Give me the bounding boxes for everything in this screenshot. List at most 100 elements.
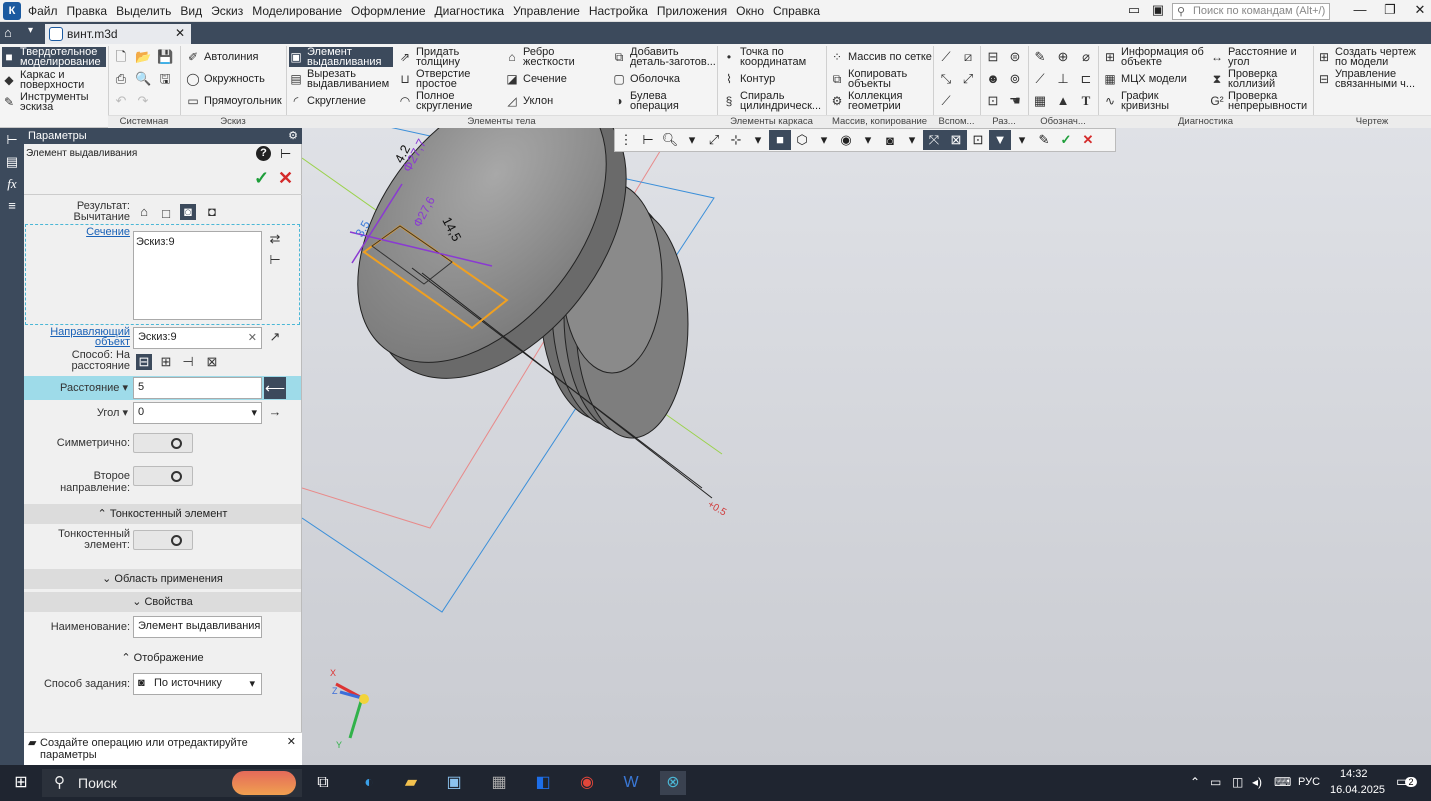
offset-plane-icon[interactable]: ⤡ bbox=[938, 71, 954, 87]
chevron-down-icon[interactable]: ▾ bbox=[813, 132, 835, 148]
scope-section-header[interactable]: ⌄ Область применения bbox=[24, 569, 301, 589]
axis-line-icon[interactable]: ⟋ bbox=[938, 93, 954, 109]
new-body-icon[interactable]: □ bbox=[158, 206, 174, 222]
tab-dropdown-icon[interactable]: ▾ bbox=[28, 25, 33, 36]
save-as-icon[interactable]: 🖫 bbox=[157, 71, 173, 87]
menu-item-10[interactable]: Приложения bbox=[657, 4, 727, 18]
mirror-icon[interactable]: ⊜ bbox=[1007, 49, 1023, 65]
gear-icon[interactable]: ⚙ bbox=[288, 129, 298, 142]
camera-icon[interactable]: ◙ bbox=[879, 133, 901, 148]
plane-icon[interactable]: ⧄ bbox=[960, 49, 976, 65]
select-frame-icon[interactable]: ⊢ bbox=[637, 132, 659, 148]
filter-select-icon[interactable]: ⊠ bbox=[945, 130, 967, 150]
second-direction-toggle[interactable] bbox=[133, 466, 193, 486]
taskbar-search[interactable]: ⚲ Поиск bbox=[42, 769, 302, 797]
chevron-down-icon[interactable]: ▾ bbox=[857, 132, 879, 148]
contour-button[interactable]: ⌇ Контур bbox=[722, 72, 775, 86]
mass-props-button[interactable]: ▦ МЦХ модели bbox=[1103, 72, 1187, 86]
chevron-down-icon[interactable]: ▾ bbox=[249, 677, 255, 690]
mode-sketch-tools-button[interactable]: ✎ Инструменты эскиза bbox=[2, 92, 106, 113]
apply-icon[interactable]: ✓ bbox=[1055, 132, 1077, 148]
shell-button[interactable]: ▢ Оболочка bbox=[612, 72, 680, 86]
object-info-button[interactable]: ⊞ Информация об объекте bbox=[1103, 47, 1208, 68]
mask-icon[interactable]: ☻ bbox=[985, 71, 1001, 87]
select-tree-icon[interactable]: ⊢ bbox=[267, 252, 283, 268]
copy-objects-button[interactable]: ⧉ Копировать объекты bbox=[830, 69, 930, 90]
name-input[interactable]: Элемент выдавливания: bbox=[133, 616, 262, 638]
weld-icon[interactable]: ▲ bbox=[1055, 93, 1071, 109]
hide-icon[interactable]: ◉ bbox=[835, 132, 857, 148]
chrome-icon[interactable]: ◉ bbox=[574, 771, 600, 795]
tab-document[interactable]: винт.m3d ✕ bbox=[45, 24, 191, 44]
mode-select[interactable]: ◙ По источнику ▾ bbox=[133, 673, 262, 695]
close-window-button[interactable]: ✕ bbox=[1408, 2, 1431, 18]
display-section-header[interactable]: ⌃ Отображение bbox=[24, 651, 301, 664]
direction-arrow-icon[interactable]: ↗ bbox=[267, 329, 283, 345]
section-view-icon[interactable]: ⊹ bbox=[725, 132, 747, 148]
menu-item-0[interactable]: Файл bbox=[28, 4, 58, 18]
shaded-cube-icon[interactable]: ■ bbox=[769, 130, 791, 150]
snap-icon[interactable]: ⤧ bbox=[923, 130, 945, 150]
through-all-icon[interactable]: ⊞ bbox=[158, 354, 174, 370]
menu-item-12[interactable]: Справка bbox=[773, 4, 820, 18]
paint-icon[interactable]: ⊚ bbox=[1007, 71, 1023, 87]
collision-check-button[interactable]: ⧗ Проверка коллизий bbox=[1210, 69, 1310, 90]
pencil-icon[interactable]: ✎ bbox=[1032, 49, 1048, 65]
to-surface-icon[interactable]: ⊠ bbox=[204, 354, 220, 370]
section-button[interactable]: ◪ Сечение bbox=[505, 72, 567, 86]
language-indicator[interactable]: РУС bbox=[1298, 776, 1320, 788]
3d-viewport[interactable]: Ф27,7 4.2 14,5 3.5 Ф27,6 +0.5 X Z Y bbox=[301, 85, 1431, 765]
reverse-direction-button[interactable]: ⟵ bbox=[264, 377, 286, 399]
subtract-icon[interactable]: ◙ bbox=[180, 204, 196, 220]
thin-wall-section-header[interactable]: ⌃ Тонкостенный элемент bbox=[24, 504, 301, 524]
language-switch-icon[interactable]: ⌨ bbox=[1274, 775, 1291, 789]
distance-label[interactable]: Расстояние ▾ bbox=[24, 381, 128, 394]
layout-icon[interactable]: ▭ bbox=[1122, 2, 1146, 18]
new-file-icon[interactable]: 🗋 bbox=[113, 49, 129, 65]
union-icon[interactable]: ⌂ bbox=[136, 204, 152, 220]
add-blank-button[interactable]: ⧉ Добавить деталь-заготов... bbox=[612, 47, 717, 68]
leader-icon[interactable]: ⟋ bbox=[1032, 71, 1048, 87]
screen-icon[interactable]: ▣ bbox=[1146, 2, 1170, 18]
center-mark-icon[interactable]: ⊕ bbox=[1055, 49, 1071, 65]
open-folder-icon[interactable]: 📂 bbox=[135, 49, 151, 65]
helix-button[interactable]: § Спираль цилиндрическ... bbox=[722, 91, 822, 112]
word-icon[interactable]: W bbox=[618, 771, 644, 795]
geometry-collection-button[interactable]: ⚙ Коллекция геометрии bbox=[830, 91, 930, 112]
layers-icon[interactable]: ≡ bbox=[4, 198, 20, 214]
discard-icon[interactable]: ✕ bbox=[1077, 132, 1099, 148]
menu-item-9[interactable]: Настройка bbox=[589, 4, 648, 18]
menu-item-1[interactable]: Правка bbox=[67, 4, 108, 18]
tree-icon[interactable]: ⊢ bbox=[4, 132, 20, 148]
confirm-icon[interactable]: ✓ bbox=[254, 168, 269, 189]
undo-icon[interactable]: ↶ bbox=[113, 93, 129, 109]
chevron-down-icon[interactable]: ▾ bbox=[901, 132, 923, 148]
menu-item-11[interactable]: Окно bbox=[736, 4, 764, 18]
store-icon[interactable]: ▣ bbox=[441, 771, 467, 795]
full-fillet-button[interactable]: ◠ Полное скругление bbox=[398, 91, 493, 112]
rect-select-icon[interactable]: ⊡ bbox=[985, 93, 1001, 109]
chevron-down-icon[interactable]: ▾ bbox=[747, 132, 769, 148]
wireframe-cube-icon[interactable]: ⬡ bbox=[791, 132, 813, 148]
section-link[interactable]: Сечение bbox=[24, 226, 130, 238]
curvature-graph-button[interactable]: ∿ График кривизны bbox=[1103, 91, 1203, 112]
text-icon[interactable]: T bbox=[1078, 93, 1094, 109]
roughness-icon[interactable]: ⊥ bbox=[1055, 71, 1071, 87]
clear-icon[interactable]: ✕ bbox=[248, 331, 257, 344]
chevron-down-icon[interactable]: ▾ bbox=[1011, 132, 1033, 148]
clock-date[interactable]: 16.04.2025 bbox=[1330, 784, 1385, 796]
tolerance-icon[interactable]: ▦ bbox=[1032, 93, 1048, 109]
symmetric-toggle[interactable] bbox=[133, 433, 193, 453]
angle-input[interactable]: 0 ▾ bbox=[133, 402, 262, 424]
thin-wall-toggle[interactable] bbox=[133, 530, 193, 550]
angle-label[interactable]: Угол ▾ bbox=[24, 406, 128, 419]
explorer-icon[interactable]: ▰ bbox=[398, 771, 424, 795]
reselect-icon[interactable]: ⇄ bbox=[267, 231, 283, 247]
autoline-button[interactable]: ✐ Автолиния bbox=[186, 50, 259, 64]
funnel-icon[interactable]: ▼ bbox=[989, 130, 1011, 150]
to-vertex-icon[interactable]: ⊣ bbox=[180, 354, 196, 370]
network-icon[interactable]: ◫ bbox=[1232, 775, 1243, 789]
extrude-button[interactable]: ▣ Элемент выдавливания bbox=[289, 47, 393, 68]
close-message-icon[interactable]: ✕ bbox=[287, 735, 296, 748]
office-icon[interactable]: ◧ bbox=[530, 771, 556, 795]
